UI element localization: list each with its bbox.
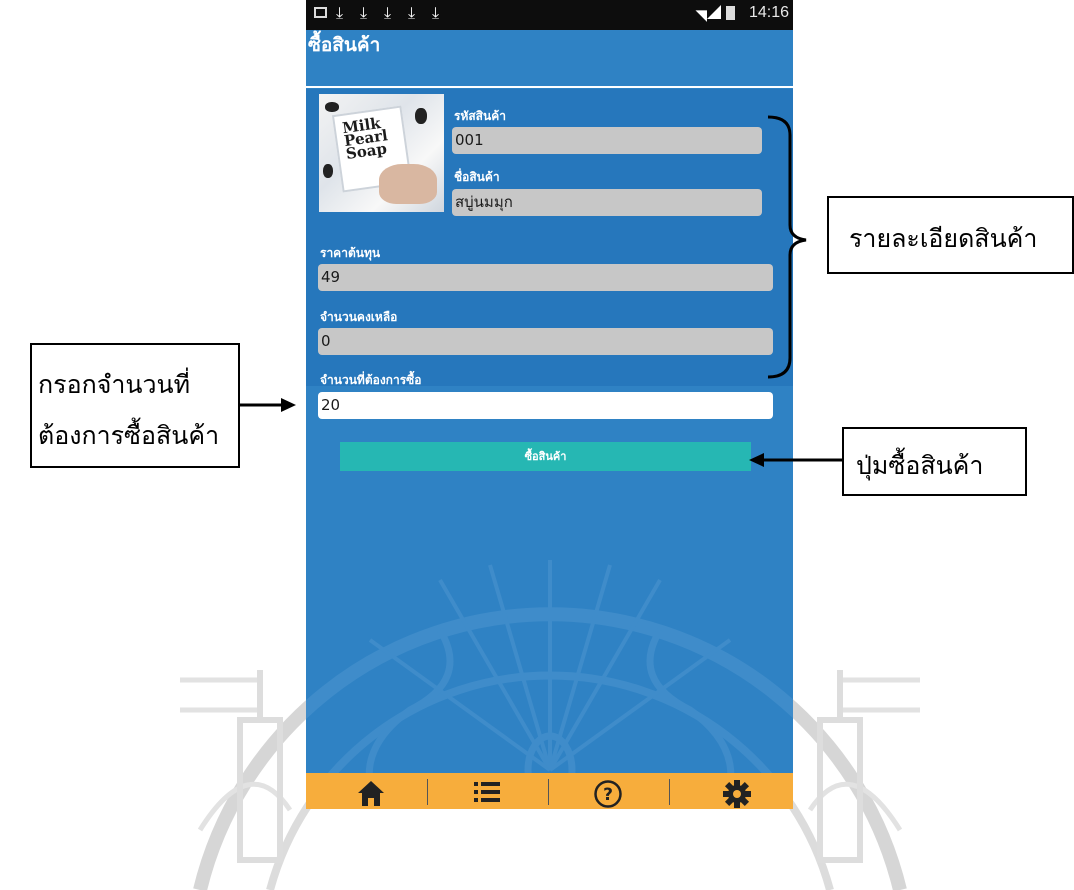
purchase-quantity-label: จำนวนที่ต้องการซื้อ (320, 373, 422, 387)
download-icon: ⤓ (384, 3, 392, 22)
cost-price-label: ราคาต้นทุน (320, 246, 381, 260)
product-details-panel: Milk Pearl Soap รหัสสินค้า 001 ชื่อสินค้… (306, 89, 793, 387)
product-image-text: Milk Pearl Soap (341, 114, 389, 163)
details-callout-text: รายละเอียดสินค้า (849, 224, 1038, 253)
stock-remaining-label: จำนวนคงเหลือ (320, 310, 398, 324)
product-name-field[interactable]: สบู่นมมุก (452, 189, 762, 216)
product-code-field[interactable]: 001 (452, 127, 762, 154)
stock-remaining-field[interactable]: 0 (318, 328, 773, 355)
help-icon[interactable]: ? (593, 779, 623, 809)
battery-icon (726, 6, 735, 20)
svg-text:?: ? (603, 785, 613, 805)
settings-icon[interactable] (722, 779, 752, 809)
details-callout: รายละเอียดสินค้า (827, 196, 1074, 274)
watermark-seal-inner (306, 560, 793, 809)
nav-separator (427, 779, 428, 805)
page-title: ซื้อสินค้า (308, 34, 381, 56)
download-icon: ⤓ (432, 3, 440, 22)
title-divider (306, 86, 793, 88)
status-bar: ⤓ ⤓ ⤓ ⤓ ⤓ ◥ 14:16 (306, 0, 793, 30)
buy-button-callout: ปุ่มซื้อสินค้า (842, 427, 1027, 496)
quantity-callout-line2: ต้องการซื้อสินค้า (38, 421, 220, 450)
download-icon: ⤓ (336, 3, 344, 22)
home-icon[interactable] (356, 779, 386, 807)
purchase-quantity-input[interactable]: 20 (318, 392, 773, 419)
image-notification-icon (314, 7, 327, 18)
product-image: Milk Pearl Soap (319, 94, 444, 212)
list-icon[interactable] (472, 779, 502, 807)
product-code-label: รหัสสินค้า (454, 109, 506, 123)
download-icon: ⤓ (408, 3, 416, 22)
buy-button-callout-text: ปุ่มซื้อสินค้า (856, 451, 984, 480)
quantity-callout: กรอกจำนวนที่ ต้องการซื้อสินค้า (30, 343, 240, 468)
quantity-arrow-head (281, 398, 296, 412)
hand (379, 164, 437, 204)
nav-separator (669, 779, 670, 805)
buy-button[interactable]: ซื้อสินค้า (340, 442, 751, 471)
nav-separator (548, 779, 549, 805)
phone-screen: ⤓ ⤓ ⤓ ⤓ ⤓ ◥ 14:16 ซื้อสินค้า Milk Pearl … (306, 0, 793, 809)
download-icon: ⤓ (360, 3, 368, 22)
status-time: 14:16 (748, 4, 789, 21)
quantity-callout-line1: กรอกจำนวนที่ (38, 370, 191, 399)
wifi-icon: ◥ (695, 6, 707, 24)
bottom-nav: ? (306, 773, 793, 809)
product-name-label: ชื่อสินค้า (454, 170, 500, 184)
cost-price-field[interactable]: 49 (318, 264, 773, 291)
signal-icon (707, 5, 721, 19)
